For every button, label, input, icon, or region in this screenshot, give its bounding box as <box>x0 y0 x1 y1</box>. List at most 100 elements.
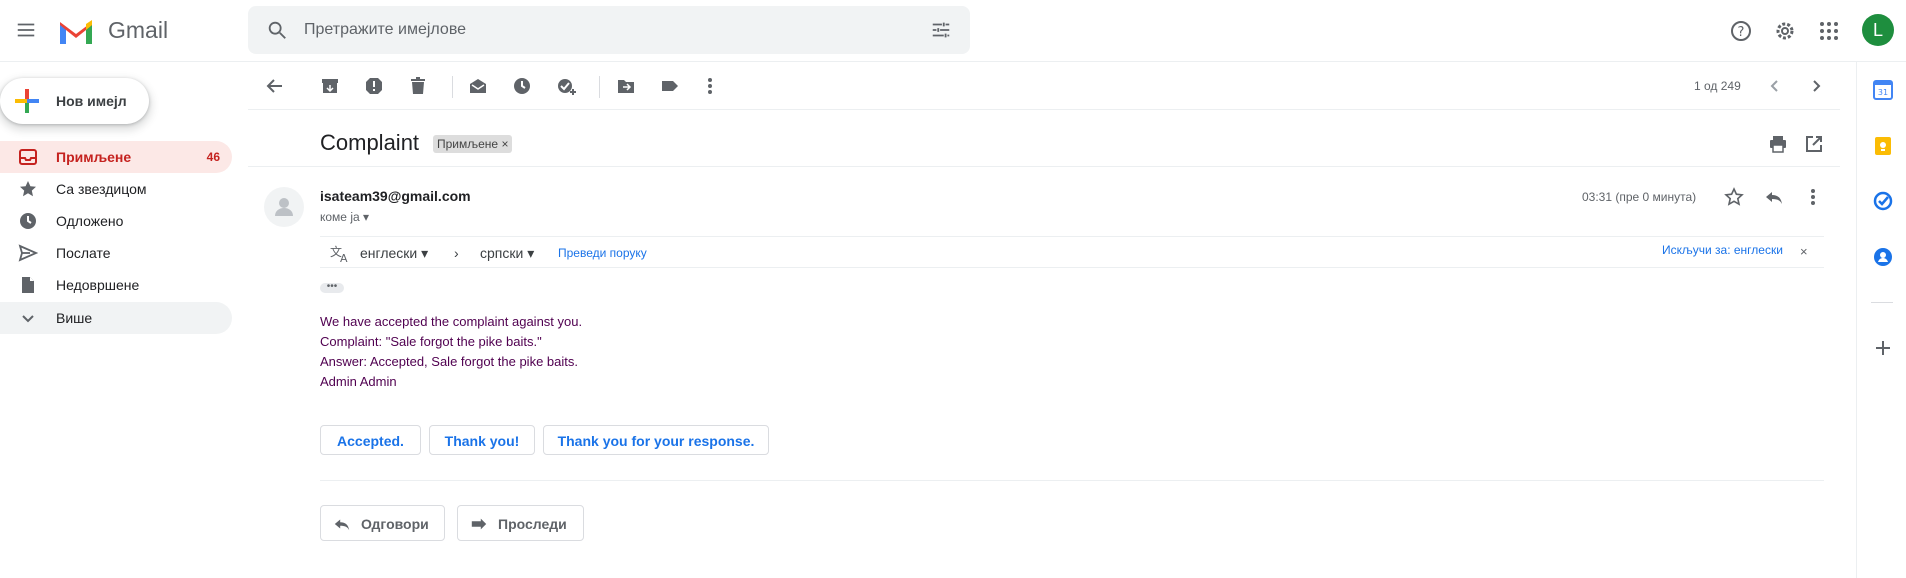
sidebar-item-label: Одложено <box>56 213 124 229</box>
show-trimmed-content-button[interactable]: ••• <box>320 282 344 293</box>
source-language: енглески <box>360 245 418 261</box>
target-language-select[interactable]: српски ▾ <box>480 245 534 262</box>
label-chip[interactable]: Примљене × <box>433 135 513 153</box>
svg-text:31: 31 <box>1878 88 1888 97</box>
more-vertical-icon[interactable] <box>700 76 720 96</box>
print-icon[interactable] <box>1768 134 1788 154</box>
mark-unread-icon[interactable] <box>468 76 488 96</box>
compose-button[interactable]: Нов имејл <box>0 78 149 124</box>
reply-label: Одговори <box>361 516 429 532</box>
inbox-icon <box>19 149 37 165</box>
smart-reply-button[interactable]: Accepted. <box>320 425 421 455</box>
recipient-line[interactable]: коме ја ▾ <box>320 210 369 224</box>
reply-icon[interactable] <box>1764 187 1784 207</box>
email-timestamp: 03:31 (пре 0 минута) <box>1582 190 1697 204</box>
divider <box>320 480 1824 481</box>
snooze-icon[interactable] <box>512 76 532 96</box>
body-line: Answer: Accepted, Sale forgot the pike b… <box>320 354 578 369</box>
divider <box>248 166 1840 167</box>
sidebar-item-label: Више <box>56 310 93 326</box>
sidebar-item-starred[interactable]: Са звездицом <box>0 173 232 205</box>
sidebar-item-label: Примљене <box>56 149 132 165</box>
forward-label: Проследи <box>498 516 567 532</box>
sidebar-item-label: Са звездицом <box>56 181 147 197</box>
report-spam-icon[interactable] <box>364 76 384 96</box>
top-bar: Gmail Претражите имејлове ? L <box>0 0 1906 62</box>
person-icon <box>275 198 293 216</box>
tasks-icon[interactable] <box>1873 191 1893 211</box>
pagination-count: 1 од 249 <box>1694 79 1741 93</box>
sender-avatar[interactable] <box>264 187 304 227</box>
gmail-logo[interactable] <box>56 14 96 46</box>
body-line: We have accepted the complaint against y… <box>320 314 583 329</box>
search-options-icon[interactable] <box>930 19 952 41</box>
smart-reply-button[interactable]: Thank you for your response. <box>543 425 769 455</box>
chevron-down-icon <box>22 315 34 323</box>
app-brand: Gmail <box>108 17 169 43</box>
svg-text:?: ? <box>1738 25 1745 40</box>
sidebar-item-inbox[interactable]: Примљене 46 <box>0 141 232 173</box>
back-arrow-icon[interactable] <box>265 76 285 96</box>
sidebar-item-label: Послате <box>56 245 111 261</box>
compose-label: Нов имејл <box>56 93 127 109</box>
star-message-icon[interactable] <box>1724 187 1744 207</box>
add-to-tasks-icon[interactable] <box>556 76 576 96</box>
calendar-icon[interactable]: 31 <box>1873 80 1893 100</box>
account-avatar[interactable]: L <box>1862 14 1894 46</box>
main-menu-icon[interactable] <box>15 19 37 41</box>
get-addons-plus-icon[interactable] <box>1873 338 1893 358</box>
recipient-details-caret-icon[interactable]: ▾ <box>363 210 369 224</box>
sidebar-item-label: Недовршене <box>56 277 140 293</box>
more-vertical-icon[interactable] <box>1803 187 1823 207</box>
toolbar-divider <box>599 76 600 98</box>
send-icon <box>18 244 38 262</box>
plus-icon <box>15 89 39 113</box>
forward-icon <box>471 518 487 530</box>
body-line: Complaint: "Sale forgot the pike baits." <box>320 334 542 349</box>
help-icon[interactable]: ? <box>1729 19 1753 43</box>
dropdown-caret-icon: ▾ <box>527 245 535 261</box>
older-chevron-right-icon[interactable] <box>1806 76 1826 96</box>
settings-gear-icon[interactable] <box>1773 19 1797 43</box>
forward-button[interactable]: Проследи <box>457 505 584 541</box>
delete-icon[interactable] <box>408 76 428 96</box>
label-icon[interactable] <box>660 76 680 96</box>
reply-button[interactable]: Одговори <box>320 505 445 541</box>
recipient-text: коме ја <box>320 210 360 224</box>
sidebar-item-snoozed[interactable]: Одложено <box>0 205 232 237</box>
disable-translation-link[interactable]: Искључи за: енглески <box>1662 243 1783 257</box>
sidebar-item-sent[interactable]: Послате <box>0 237 232 269</box>
contacts-icon[interactable] <box>1873 247 1893 267</box>
remove-label-icon[interactable]: × <box>501 137 508 151</box>
move-to-icon[interactable] <box>616 76 636 96</box>
sender-email[interactable]: isateam39@gmail.com <box>320 188 471 204</box>
divider <box>1871 302 1893 303</box>
newer-chevron-left-icon[interactable] <box>1765 76 1785 96</box>
sidebar-item-more[interactable]: Више <box>0 302 232 334</box>
sidebar-item-drafts[interactable]: Недовршене <box>0 269 232 301</box>
body-line: Admin Admin <box>320 374 397 389</box>
translate-message-link[interactable]: Преведи поруку <box>558 246 647 260</box>
search-bar[interactable]: Претражите имејлове <box>248 6 970 54</box>
svg-text:A: A <box>340 252 348 263</box>
search-input[interactable]: Претражите имејлове <box>304 21 466 39</box>
open-new-window-icon[interactable] <box>1804 134 1824 154</box>
clock-icon <box>20 213 36 229</box>
unread-count: 46 <box>206 150 220 164</box>
keep-icon[interactable] <box>1873 136 1893 156</box>
search-icon[interactable] <box>266 19 288 41</box>
email-subject: Complaint <box>320 130 420 155</box>
star-icon <box>20 181 36 197</box>
close-translation-icon[interactable]: × <box>1800 244 1808 259</box>
source-language-select[interactable]: енглески ▾ <box>360 245 428 262</box>
label-chip-text: Примљене <box>437 137 499 151</box>
reply-icon <box>334 519 350 531</box>
dropdown-caret-icon: ▾ <box>421 245 429 261</box>
smart-reply-button[interactable]: Thank you! <box>429 425 535 455</box>
apps-grid-icon[interactable] <box>1817 19 1841 43</box>
draft-icon <box>22 277 34 293</box>
divider <box>248 109 1840 110</box>
target-language: српски <box>480 245 524 261</box>
archive-icon[interactable] <box>320 76 340 96</box>
side-panel: 31 <box>1856 62 1906 578</box>
